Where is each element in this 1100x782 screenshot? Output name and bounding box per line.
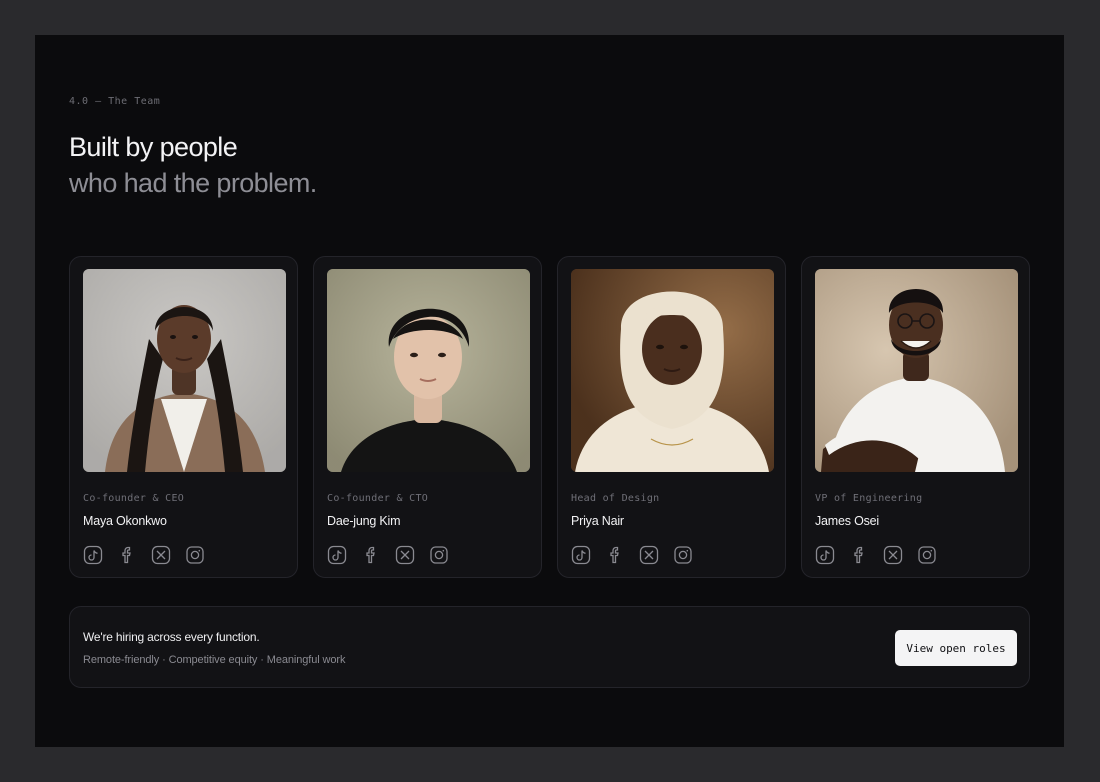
tiktok-icon[interactable]	[83, 545, 103, 565]
team-card: Co-founder & CEO Maya Okonkwo	[69, 256, 298, 578]
instagram-icon[interactable]	[917, 545, 937, 565]
team-member-name: Dae-jung Kim	[327, 514, 401, 528]
team-section: 4.0 — The Team Built by people who had t…	[35, 35, 1064, 747]
team-card: Head of Design Priya Nair	[557, 256, 786, 578]
team-member-name: James Osei	[815, 514, 879, 528]
section-headline: Built by people who had the problem.	[69, 129, 317, 201]
social-links	[327, 545, 449, 565]
facebook-icon[interactable]	[849, 545, 869, 565]
team-card: VP of Engineering James Osei	[801, 256, 1030, 578]
instagram-icon[interactable]	[429, 545, 449, 565]
team-member-role: Co-founder & CEO	[83, 493, 185, 504]
team-member-role: Co-founder & CTO	[327, 493, 429, 504]
hiring-title: We're hiring across every function.	[83, 630, 260, 644]
instagram-icon[interactable]	[673, 545, 693, 565]
section-eyebrow: 4.0 — The Team	[69, 96, 161, 107]
headline-line-2: who had the problem.	[69, 168, 317, 198]
x-icon[interactable]	[639, 545, 659, 565]
team-member-name: Maya Okonkwo	[83, 514, 167, 528]
team-member-photo	[571, 269, 774, 472]
social-links	[83, 545, 205, 565]
x-icon[interactable]	[151, 545, 171, 565]
team-member-role: Head of Design	[571, 493, 660, 504]
team-member-photo	[815, 269, 1018, 472]
team-cards: Co-founder & CEO Maya Okonkwo Co-founder…	[69, 256, 1030, 578]
x-icon[interactable]	[395, 545, 415, 565]
social-links	[571, 545, 693, 565]
tiktok-icon[interactable]	[571, 545, 591, 565]
hiring-banner: We're hiring across every function. Remo…	[69, 606, 1030, 688]
tiktok-icon[interactable]	[815, 545, 835, 565]
headline-line-1: Built by people	[69, 132, 238, 162]
team-member-photo	[327, 269, 530, 472]
view-open-roles-button[interactable]: View open roles	[895, 630, 1017, 666]
x-icon[interactable]	[883, 545, 903, 565]
tiktok-icon[interactable]	[327, 545, 347, 565]
hiring-subtitle: Remote-friendly · Competitive equity · M…	[83, 654, 346, 666]
team-member-photo	[83, 269, 286, 472]
facebook-icon[interactable]	[605, 545, 625, 565]
facebook-icon[interactable]	[117, 545, 137, 565]
social-links	[815, 545, 937, 565]
team-member-name: Priya Nair	[571, 514, 624, 528]
facebook-icon[interactable]	[361, 545, 381, 565]
team-member-role: VP of Engineering	[815, 493, 923, 504]
instagram-icon[interactable]	[185, 545, 205, 565]
team-card: Co-founder & CTO Dae-jung Kim	[313, 256, 542, 578]
